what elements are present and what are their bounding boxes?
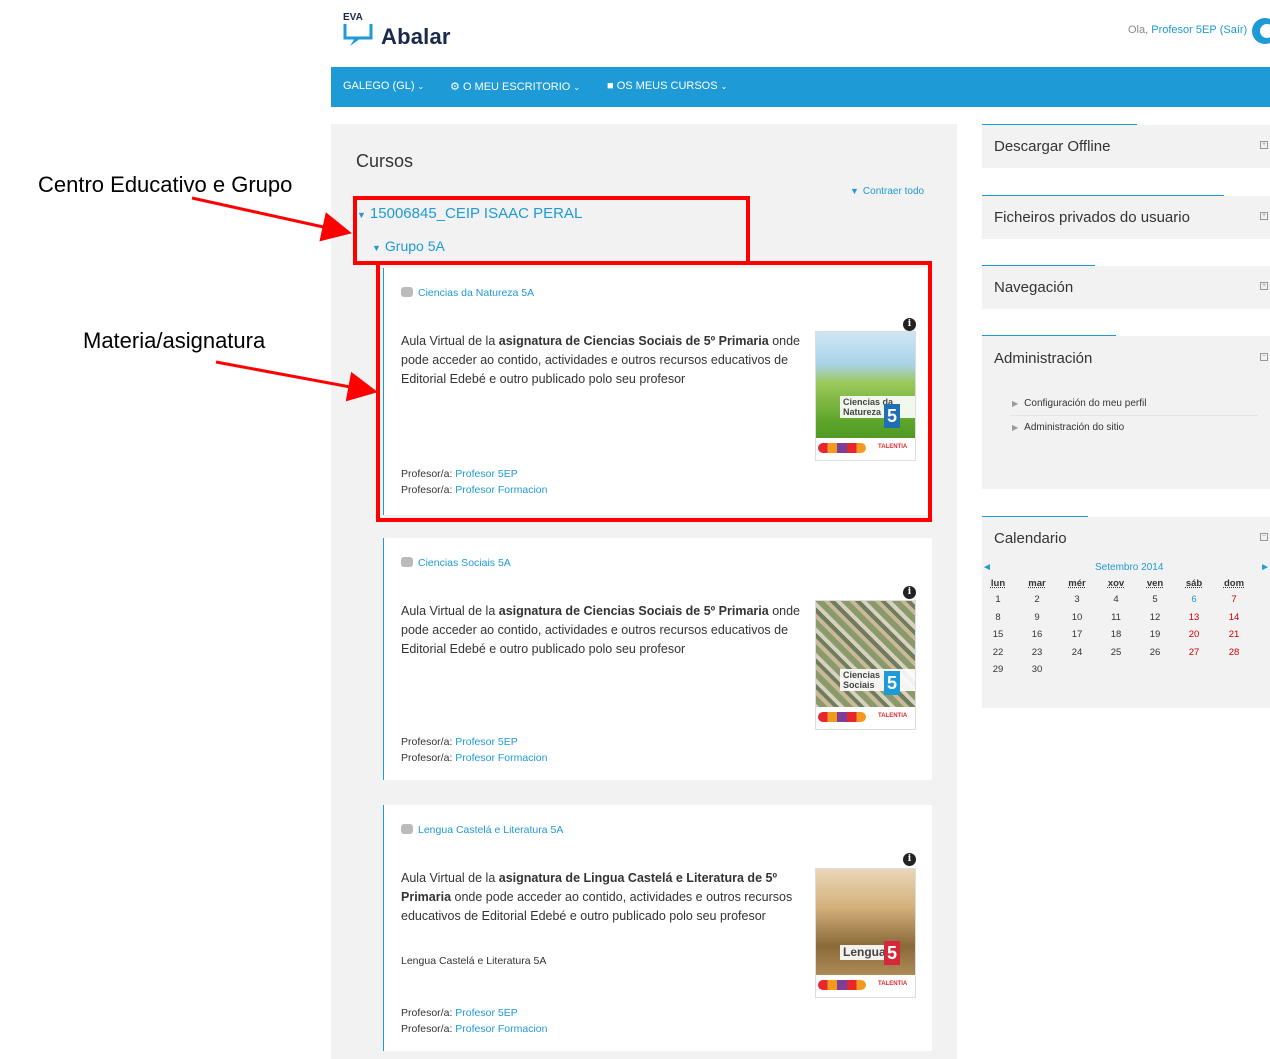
calendar-day[interactable]: 17	[1062, 629, 1092, 640]
block-administration: Administración − ▶ Configuración do meu p…	[982, 336, 1270, 489]
arrow-subject	[215, 360, 378, 402]
block-navigation: Navegación +	[982, 266, 1270, 309]
caret-right-icon: ▶	[1012, 423, 1019, 432]
calendar-day-of-week: lun	[990, 578, 1006, 589]
calendar-day-of-week: mar	[1028, 578, 1046, 589]
calendar-day[interactable]: 12	[1140, 612, 1170, 623]
calendar-grid: ◄ Setembro 2014 ► lun mar mér xov ven sáb dom 1…	[982, 562, 1270, 702]
block-title-offline: Descargar Offline	[994, 138, 1111, 155]
calendar-prev-month[interactable]: ◄	[982, 562, 992, 573]
calendar-day[interactable]: 16	[1022, 629, 1052, 640]
calendar-header: ◄ Setembro 2014 ►	[982, 562, 1270, 574]
calendar-day-of-week: mér	[1068, 578, 1086, 589]
block-title-administration: Administración	[994, 350, 1093, 367]
block-title-calendar: Calendario	[994, 530, 1067, 547]
calendar-day[interactable]: 29	[983, 664, 1013, 675]
collapse-icon[interactable]: −	[1260, 353, 1268, 361]
expand-icon[interactable]: +	[1260, 282, 1268, 290]
calendar-day[interactable]: 30	[1022, 664, 1052, 675]
calendar-day[interactable]: 14	[1219, 612, 1249, 623]
calendar-day[interactable]: 21	[1219, 629, 1249, 640]
calendar-day-of-week: xov	[1107, 578, 1125, 589]
calendar-day[interactable]: 4	[1101, 594, 1131, 605]
calendar-day[interactable]: 19	[1140, 629, 1170, 640]
calendar-day[interactable]: 7	[1219, 594, 1249, 605]
calendar-day[interactable]: 28	[1219, 647, 1249, 658]
divider	[1010, 415, 1258, 416]
calendar-day[interactable]: 15	[983, 629, 1013, 640]
expand-icon[interactable]: +	[1260, 141, 1268, 149]
calendar-day[interactable]: 6	[1179, 594, 1209, 605]
calendar-day[interactable]: 5	[1140, 594, 1170, 605]
calendar-next-month[interactable]: ►	[1260, 562, 1270, 573]
admin-item-site[interactable]: ▶ Administración do sitio	[1012, 422, 1124, 433]
calendar-day[interactable]: 27	[1179, 647, 1209, 658]
block-offline: Descargar Offline +	[982, 125, 1270, 168]
arrow-school-group	[191, 196, 352, 242]
calendar-day-of-week: dom	[1223, 578, 1245, 589]
calendar-day[interactable]: 3	[1062, 594, 1092, 605]
calendar-day[interactable]: 8	[983, 612, 1013, 623]
admin-item-profile[interactable]: ▶ Configuración do meu perfil	[1012, 398, 1146, 409]
calendar-day[interactable]: 18	[1101, 629, 1131, 640]
collapse-icon[interactable]: −	[1260, 533, 1268, 541]
calendar-day[interactable]: 23	[1022, 647, 1052, 658]
calendar-day[interactable]: 10	[1062, 612, 1092, 623]
calendar-day[interactable]: 25	[1101, 647, 1131, 658]
calendar-month-label[interactable]: Setembro 2014	[1095, 562, 1163, 573]
caret-right-icon: ▶	[1012, 399, 1019, 408]
calendar-day[interactable]: 9	[1022, 612, 1052, 623]
calendar-day[interactable]: 2	[1022, 594, 1052, 605]
calendar-day-of-week: sáb	[1185, 578, 1203, 589]
admin-item-label: Administración do sitio	[1024, 422, 1125, 433]
calendar-day[interactable]: 22	[983, 647, 1013, 658]
calendar-day[interactable]: 20	[1179, 629, 1209, 640]
block-calendar: Calendario − ◄ Setembro 2014 ► lun mar mér…	[982, 517, 1270, 708]
calendar-day[interactable]: 24	[1062, 647, 1092, 658]
calendar-day[interactable]: 26	[1140, 647, 1170, 658]
calendar-day[interactable]: 11	[1101, 612, 1131, 623]
calendar-day[interactable]: 13	[1179, 612, 1209, 623]
calendar-day-of-week: ven	[1146, 578, 1164, 589]
block-private-files: Ficheiros privados do usuario +	[982, 196, 1270, 239]
admin-item-label: Configuración do meu perfil	[1024, 398, 1147, 409]
block-title-navigation: Navegación	[994, 279, 1074, 296]
block-title-private-files: Ficheiros privados do usuario	[994, 209, 1190, 226]
calendar-day[interactable]: 1	[983, 594, 1013, 605]
expand-icon[interactable]: +	[1260, 212, 1268, 220]
